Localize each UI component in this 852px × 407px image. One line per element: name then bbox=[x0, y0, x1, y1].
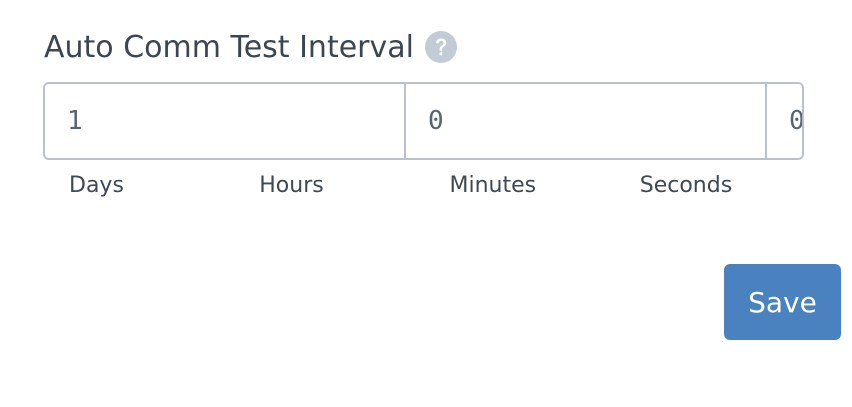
hours-input[interactable] bbox=[406, 84, 767, 158]
help-question-icon[interactable] bbox=[424, 30, 458, 64]
minutes-label: Minutes bbox=[449, 173, 537, 198]
save-button[interactable]: Save bbox=[724, 264, 841, 340]
unit-labels: Days Hours Minutes Seconds bbox=[43, 168, 804, 204]
hours-label: Hours bbox=[259, 173, 324, 198]
section-title: Auto Comm Test Interval bbox=[44, 29, 414, 65]
minutes-input[interactable] bbox=[767, 84, 802, 158]
seconds-label: Seconds bbox=[639, 173, 733, 198]
days-label: Days bbox=[69, 173, 124, 198]
interval-input-group bbox=[43, 82, 804, 160]
days-input[interactable] bbox=[45, 84, 406, 158]
section-header: Auto Comm Test Interval bbox=[44, 26, 458, 68]
